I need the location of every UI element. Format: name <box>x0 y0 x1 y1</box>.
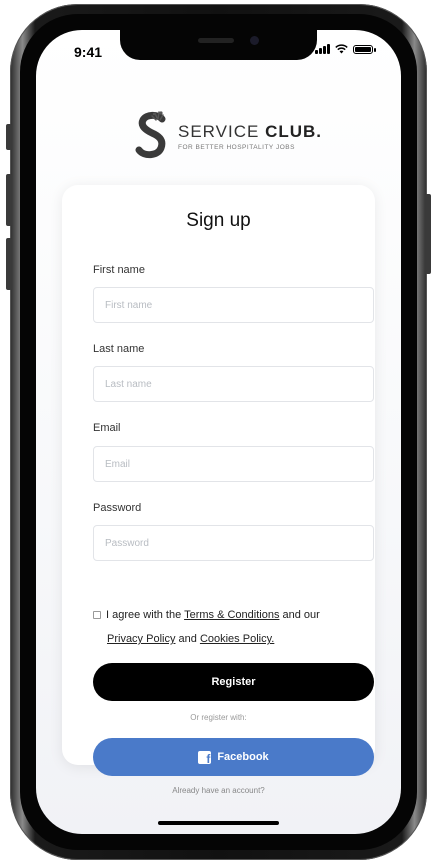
volume-down-button <box>6 238 12 290</box>
password-label: Password <box>93 502 142 514</box>
or-register-with-text: Or register with: <box>190 713 247 722</box>
email-input[interactable] <box>93 446 374 482</box>
last-name-label: Last name <box>93 343 145 355</box>
agree-line-1: I agree with the Terms & Conditions and … <box>93 603 363 627</box>
wifi-icon <box>335 44 348 54</box>
page-title: Sign up <box>186 210 251 231</box>
login-prompt-link[interactable]: Already have an account? <box>36 786 401 795</box>
mute-switch <box>6 124 12 150</box>
speaker-grille <box>198 38 234 43</box>
home-indicator[interactable] <box>158 821 279 825</box>
logo-s-mark-icon <box>135 111 166 159</box>
cookies-policy-link[interactable]: Cookies Policy. <box>200 633 274 645</box>
terms-link[interactable]: Terms & Conditions <box>184 609 279 621</box>
app-screen: 9:41 SERVICE CLUB. FOR BETTER HOSPITALIT… <box>36 30 401 834</box>
phone-frame: 9:41 SERVICE CLUB. FOR BETTER HOSPITALIT… <box>6 4 431 860</box>
front-camera <box>250 36 259 45</box>
status-icons <box>315 44 376 54</box>
last-name-input[interactable] <box>93 366 374 402</box>
status-time: 9:41 <box>74 44 103 60</box>
first-name-label: First name <box>93 264 145 276</box>
volume-up-button <box>6 174 12 226</box>
notch <box>120 30 317 60</box>
brand-tagline: FOR BETTER HOSPITALITY JOBS <box>178 143 295 151</box>
first-name-input[interactable] <box>93 287 374 323</box>
power-button <box>425 194 431 274</box>
facebook-button[interactable]: f Facebook <box>93 738 374 776</box>
facebook-button-label: Facebook <box>217 751 269 763</box>
privacy-policy-link[interactable]: Privacy Policy <box>107 633 175 645</box>
email-label: Email <box>93 422 121 434</box>
register-button[interactable]: Register <box>93 663 374 701</box>
agree-middle-text: and our <box>279 609 320 621</box>
brand-name: SERVICE CLUB. <box>178 122 322 142</box>
facebook-icon: f <box>198 750 212 765</box>
agree-and-text: and <box>175 633 200 645</box>
battery-icon <box>353 44 376 54</box>
brand-name-bold: CLUB. <box>265 121 323 141</box>
service-club-logo: SERVICE CLUB. FOR BETTER HOSPITALITY JOB… <box>132 110 322 162</box>
password-input[interactable] <box>93 525 374 561</box>
signup-card: Sign up First name Last name Email Passw… <box>62 185 375 776</box>
logo-text: SERVICE CLUB. FOR BETTER HOSPITALITY JOB… <box>178 122 322 151</box>
agree-checkbox[interactable] <box>93 611 101 619</box>
brand-name-light: SERVICE <box>178 121 266 141</box>
terms-agreement: I agree with the Terms & Conditions and … <box>93 603 363 651</box>
cellular-signal-icon <box>315 44 330 54</box>
agree-prefix-text: I agree with the <box>106 609 185 621</box>
agree-line-2: Privacy Policy and Cookies Policy. <box>93 627 363 651</box>
